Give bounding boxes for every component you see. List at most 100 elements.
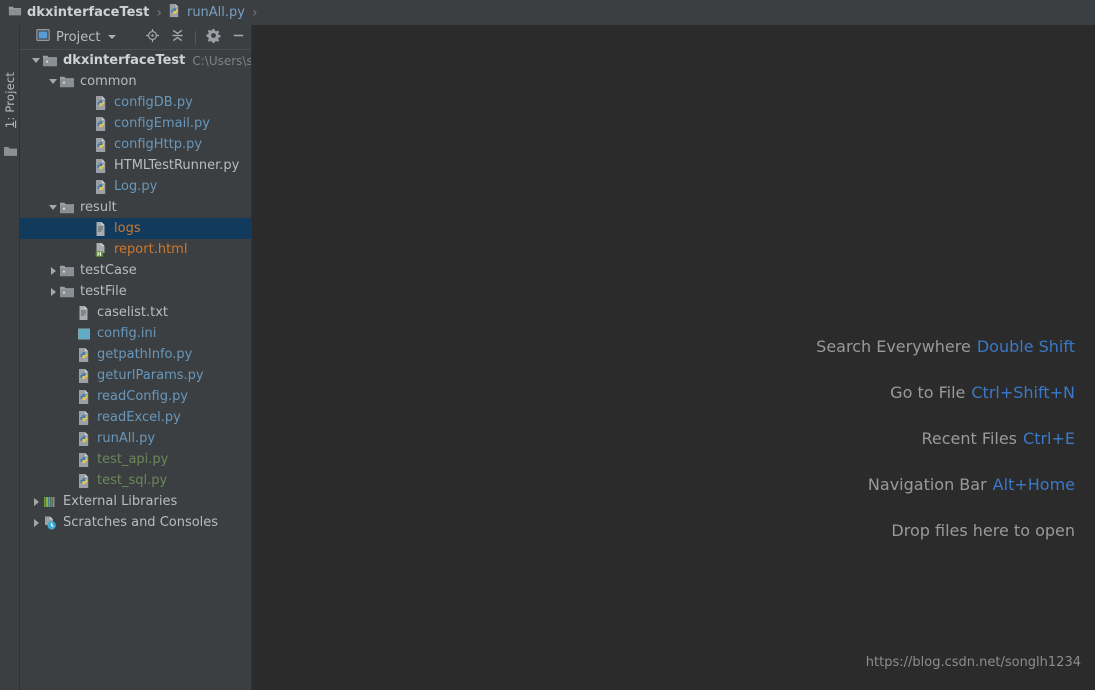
tree-indent-spacer [81, 239, 93, 260]
tree-row[interactable]: common [20, 71, 252, 92]
tree-row-label: report.html [114, 242, 187, 258]
breadcrumb-item-project[interactable]: dkxinterfaceTest [8, 0, 149, 25]
tree-row[interactable]: test_api.py [20, 449, 252, 470]
editor-hint-list: Search EverywhereDouble ShiftGo to FileC… [555, 337, 1075, 567]
breadcrumb-separator-end: › [252, 5, 258, 21]
tree-indent-spacer [64, 344, 76, 365]
editor-hint: Navigation BarAlt+Home [555, 475, 1075, 494]
tool-window-tab-project[interactable]: 1: Project [0, 55, 20, 145]
tree-indent-spacer [64, 407, 76, 428]
tree-row[interactable]: logs [20, 218, 252, 239]
tree-row[interactable]: readExcel.py [20, 407, 252, 428]
hide-icon[interactable] [231, 28, 246, 47]
tree-row[interactable]: config.ini [20, 323, 252, 344]
editor-empty-area[interactable]: Search EverywhereDouble ShiftGo to FileC… [253, 25, 1095, 690]
collapse-all-icon[interactable] [170, 28, 185, 47]
tree-row-label: External Libraries [63, 494, 177, 510]
tool-window-tab-label: : Project [3, 72, 17, 121]
tree-row[interactable]: HTMLTestRunner.py [20, 155, 252, 176]
editor-hint: Recent FilesCtrl+E [555, 429, 1075, 448]
folder-icon [59, 74, 75, 90]
editor-hint-shortcut: Ctrl+E [1023, 429, 1075, 448]
tree-row[interactable]: readConfig.py [20, 386, 252, 407]
tree-indent-spacer [64, 386, 76, 407]
python-file-icon [93, 95, 109, 111]
tree-row-label: configEmail.py [114, 116, 210, 132]
python-file-icon [76, 431, 92, 447]
editor-hint-label: Go to File [890, 383, 965, 402]
editor-hint: Go to FileCtrl+Shift+N [555, 383, 1075, 402]
tree-row-label: configHttp.py [114, 137, 202, 153]
project-window-title: Project [56, 30, 100, 45]
ini-file-icon [76, 326, 92, 342]
chevron-right-icon[interactable] [30, 512, 42, 533]
project-tree[interactable]: dkxinterfaceTestC:\Users\song common confi… [20, 50, 252, 533]
tree-row-label: getpathInfo.py [97, 347, 192, 363]
tree-row-label: configDB.py [114, 95, 193, 111]
tree-indent-spacer [64, 365, 76, 386]
tree-row[interactable]: runAll.py [20, 428, 252, 449]
locate-icon[interactable] [145, 28, 160, 47]
tree-row-label: testCase [80, 263, 137, 279]
folder-icon [8, 4, 22, 22]
tree-row-label: logs [114, 221, 141, 237]
chevron-right-icon[interactable] [47, 260, 59, 281]
python-file-icon [76, 347, 92, 363]
tree-row-label: dkxinterfaceTest [63, 53, 185, 69]
tree-row-label: result [80, 200, 117, 216]
chevron-down-icon[interactable] [47, 71, 59, 92]
python-file-icon [93, 179, 109, 195]
tree-row[interactable]: test_sql.py [20, 470, 252, 491]
tree-row[interactable]: caselist.txt [20, 302, 252, 323]
tree-row[interactable]: dkxinterfaceTestC:\Users\song [20, 50, 252, 71]
tree-indent-spacer [64, 323, 76, 344]
breadcrumb-item-file[interactable]: runAll.py [167, 0, 245, 25]
tree-row[interactable]: Log.py [20, 176, 252, 197]
editor-hint: Search Everywhere Double Shift [555, 337, 1075, 356]
tree-indent-spacer [64, 449, 76, 470]
folder-icon [59, 263, 75, 279]
svg-text:H: H [97, 251, 102, 257]
tree-row-label: geturlParams.py [97, 368, 204, 384]
python-file-icon [76, 473, 92, 489]
tree-row[interactable]: testCase [20, 260, 252, 281]
tree-indent-spacer [64, 470, 76, 491]
tree-row-label: caselist.txt [97, 305, 168, 321]
folder-icon [59, 284, 75, 300]
strip-folder-icon[interactable] [4, 145, 17, 161]
gear-icon[interactable] [206, 28, 221, 47]
chevron-right-icon[interactable] [30, 491, 42, 512]
chevron-down-icon[interactable] [47, 197, 59, 218]
tree-row[interactable]: configHttp.py [20, 134, 252, 155]
folder-icon [42, 53, 58, 69]
folder-icon [59, 200, 75, 216]
tree-row[interactable]: getpathInfo.py [20, 344, 252, 365]
tree-row-label: test_api.py [97, 452, 168, 468]
tree-row[interactable]: Scratches and Consoles [20, 512, 252, 533]
tree-row[interactable]: geturlParams.py [20, 365, 252, 386]
toolbar-separator [195, 31, 196, 45]
tree-row-label: readConfig.py [97, 389, 188, 405]
tree-row-label: common [80, 74, 137, 90]
editor-hint-shortcut: Alt+Home [993, 475, 1075, 494]
tree-row[interactable]: result [20, 197, 252, 218]
chevron-down-icon[interactable] [108, 35, 116, 39]
chevron-right-icon[interactable] [47, 281, 59, 302]
project-toolbar: Project [20, 25, 252, 50]
tree-row[interactable]: Hreport.html [20, 239, 252, 260]
tree-row-label: test_sql.py [97, 473, 167, 489]
tree-row[interactable]: configEmail.py [20, 113, 252, 134]
project-view-selector[interactable]: Project [36, 28, 116, 46]
tree-row[interactable]: External Libraries [20, 491, 252, 512]
chevron-down-icon[interactable] [30, 50, 42, 71]
python-file-icon [93, 158, 109, 174]
editor-hint-shortcut: Double Shift [977, 337, 1075, 356]
breadcrumb-bar: dkxinterfaceTest › runAll.py › [0, 0, 1095, 25]
python-file-icon [167, 3, 182, 22]
editor-hint-label: Drop files here to open [891, 521, 1075, 540]
editor-hint-label: Search Everywhere [816, 337, 971, 356]
text-file-icon [93, 221, 109, 237]
left-tool-strip: 1: Project [0, 25, 20, 690]
tree-row[interactable]: configDB.py [20, 92, 252, 113]
tree-row[interactable]: testFile [20, 281, 252, 302]
